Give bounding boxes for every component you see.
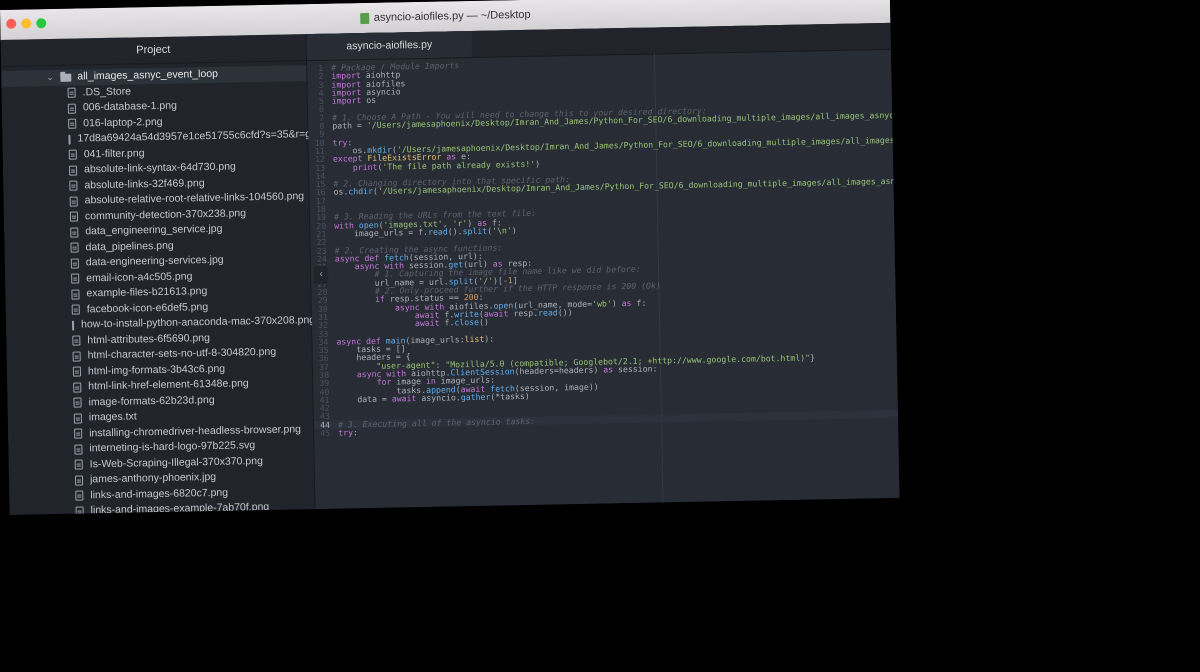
file-item-label: data-engineering-services.jpg xyxy=(85,253,224,269)
file-icon xyxy=(68,118,77,129)
maximize-button[interactable] xyxy=(36,18,47,29)
file-icon xyxy=(68,165,78,176)
file-icon xyxy=(74,444,83,455)
file-icon xyxy=(71,273,80,284)
close-button[interactable] xyxy=(6,18,17,29)
file-item-label: .DS_Store xyxy=(82,85,132,98)
file-item-label: absolute-link-syntax-64d730.png xyxy=(83,160,236,176)
file-icon xyxy=(72,366,82,377)
file-icon xyxy=(74,459,83,470)
file-icon xyxy=(74,428,83,439)
file-icon xyxy=(67,87,76,98)
code-area[interactable]: 1 # Package / Module Imports 2 import aioht… xyxy=(307,53,900,509)
chevron-down-icon[interactable]: ⌄ xyxy=(46,70,60,86)
root-folder-label: all_images_asnyc_event_loop xyxy=(77,67,219,83)
file-item-label: Is-Web-Scraping-Illegal-370x370.png xyxy=(89,454,263,470)
file-icon xyxy=(71,289,80,300)
file-icon xyxy=(70,242,79,253)
file-item-label: data_pipelines.png xyxy=(85,239,174,253)
file-icon xyxy=(72,351,81,362)
file-icon xyxy=(74,475,84,486)
file-icon xyxy=(68,149,77,160)
minimize-button[interactable] xyxy=(21,18,32,29)
file-icon xyxy=(69,180,78,191)
file-icon xyxy=(69,211,79,222)
file-icon xyxy=(71,304,80,315)
file-icon xyxy=(73,397,82,408)
line-number: 45 xyxy=(320,427,331,438)
file-icon xyxy=(72,335,81,346)
folder-icon xyxy=(60,73,72,82)
collapse-panel-icon[interactable]: ‹ xyxy=(313,265,329,285)
file-icon xyxy=(67,103,76,114)
file-item-label: data_engineering_service.jpg xyxy=(85,222,223,238)
file-item-label: images.txt xyxy=(88,410,137,424)
window-title-text: asyncio-aiofiles.py — ~/Desktop xyxy=(373,8,531,24)
file-tree: ⌄ all_images_asnyc_event_loop .DS_Store 0… xyxy=(1,61,315,515)
project-panel: Project ⌄ all_images_asnyc_event_loop .D… xyxy=(0,34,316,515)
file-item-label: links-and-images-example-7ab70f.png xyxy=(90,500,270,515)
editor-pane: asyncio-aiofiles.py 1 # Package / Module … xyxy=(306,22,900,510)
file-icon xyxy=(71,320,75,331)
file-icon xyxy=(75,490,84,501)
file-item-label: 016-laptop-2.png xyxy=(83,115,163,129)
editor-window: asyncio-aiofiles.py — ~/Desktop Project … xyxy=(0,0,900,515)
file-icon xyxy=(69,196,78,207)
file-item-label: 041-filter.png xyxy=(83,146,145,160)
file-item-label: image-formats-62b23d.png xyxy=(88,393,215,408)
file-item-label: html-link-href-element-61348e.png xyxy=(88,377,249,393)
tab-asyncio-aiofiles[interactable]: asyncio-aiofiles.py xyxy=(306,30,472,61)
file-item-label: 006-database-1.png xyxy=(82,99,177,114)
file-icon xyxy=(73,382,82,393)
traffic-lights xyxy=(6,18,47,29)
file-icon xyxy=(73,413,82,424)
file-icon xyxy=(70,227,79,238)
file-list: .DS_Store 006-database-1.png 016-laptop-2.… xyxy=(1,81,315,515)
file-icon xyxy=(75,506,84,515)
file-icon xyxy=(68,134,71,145)
window-title: asyncio-aiofiles.py — ~/Desktop xyxy=(359,8,531,24)
python-file-icon xyxy=(359,12,369,24)
file-icon xyxy=(70,258,79,269)
code-text: try: xyxy=(338,427,359,438)
